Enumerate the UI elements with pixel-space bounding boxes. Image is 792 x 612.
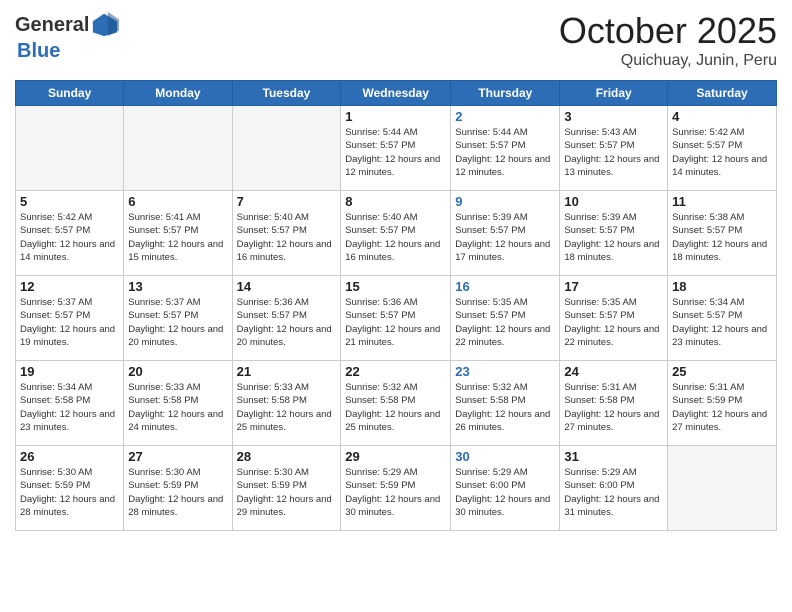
- logo: General Blue: [15, 10, 119, 63]
- calendar-cell: 25Sunrise: 5:31 AM Sunset: 5:59 PM Dayli…: [668, 361, 777, 446]
- calendar-cell: 24Sunrise: 5:31 AM Sunset: 5:58 PM Dayli…: [560, 361, 668, 446]
- weekday-header-row: Sunday Monday Tuesday Wednesday Thursday…: [16, 81, 777, 106]
- calendar-cell: 21Sunrise: 5:33 AM Sunset: 5:58 PM Dayli…: [232, 361, 341, 446]
- calendar-week-2: 5Sunrise: 5:42 AM Sunset: 5:57 PM Daylig…: [16, 191, 777, 276]
- day-info: Sunrise: 5:29 AM Sunset: 5:59 PM Dayligh…: [345, 466, 446, 519]
- calendar-cell: 6Sunrise: 5:41 AM Sunset: 5:57 PM Daylig…: [124, 191, 232, 276]
- day-info: Sunrise: 5:41 AM Sunset: 5:57 PM Dayligh…: [128, 211, 227, 264]
- calendar-cell: 28Sunrise: 5:30 AM Sunset: 5:59 PM Dayli…: [232, 446, 341, 531]
- day-info: Sunrise: 5:38 AM Sunset: 5:57 PM Dayligh…: [672, 211, 772, 264]
- calendar-cell: 1Sunrise: 5:44 AM Sunset: 5:57 PM Daylig…: [341, 106, 451, 191]
- calendar-cell: 27Sunrise: 5:30 AM Sunset: 5:59 PM Dayli…: [124, 446, 232, 531]
- day-info: Sunrise: 5:44 AM Sunset: 5:57 PM Dayligh…: [345, 126, 446, 179]
- logo-icon: [91, 10, 119, 38]
- calendar-week-5: 26Sunrise: 5:30 AM Sunset: 5:59 PM Dayli…: [16, 446, 777, 531]
- day-info: Sunrise: 5:35 AM Sunset: 5:57 PM Dayligh…: [564, 296, 663, 349]
- calendar-cell: 18Sunrise: 5:34 AM Sunset: 5:57 PM Dayli…: [668, 276, 777, 361]
- day-info: Sunrise: 5:42 AM Sunset: 5:57 PM Dayligh…: [672, 126, 772, 179]
- calendar-cell: 22Sunrise: 5:32 AM Sunset: 5:58 PM Dayli…: [341, 361, 451, 446]
- day-info: Sunrise: 5:40 AM Sunset: 5:57 PM Dayligh…: [345, 211, 446, 264]
- logo-general: General: [15, 14, 89, 37]
- calendar-cell: 11Sunrise: 5:38 AM Sunset: 5:57 PM Dayli…: [668, 191, 777, 276]
- day-info: Sunrise: 5:34 AM Sunset: 5:57 PM Dayligh…: [672, 296, 772, 349]
- day-info: Sunrise: 5:36 AM Sunset: 5:57 PM Dayligh…: [345, 296, 446, 349]
- calendar-cell: [232, 106, 341, 191]
- day-info: Sunrise: 5:37 AM Sunset: 5:57 PM Dayligh…: [20, 296, 119, 349]
- calendar-cell: 13Sunrise: 5:37 AM Sunset: 5:57 PM Dayli…: [124, 276, 232, 361]
- calendar-cell: 17Sunrise: 5:35 AM Sunset: 5:57 PM Dayli…: [560, 276, 668, 361]
- day-info: Sunrise: 5:31 AM Sunset: 5:59 PM Dayligh…: [672, 381, 772, 434]
- calendar-cell: 10Sunrise: 5:39 AM Sunset: 5:57 PM Dayli…: [560, 191, 668, 276]
- day-info: Sunrise: 5:31 AM Sunset: 5:58 PM Dayligh…: [564, 381, 663, 434]
- calendar-table: Sunday Monday Tuesday Wednesday Thursday…: [15, 80, 777, 531]
- calendar-cell: 30Sunrise: 5:29 AM Sunset: 6:00 PM Dayli…: [451, 446, 560, 531]
- day-info: Sunrise: 5:32 AM Sunset: 5:58 PM Dayligh…: [345, 381, 446, 434]
- calendar-cell: 20Sunrise: 5:33 AM Sunset: 5:58 PM Dayli…: [124, 361, 232, 446]
- header-sunday: Sunday: [16, 81, 124, 106]
- calendar-cell: [16, 106, 124, 191]
- calendar-cell: 23Sunrise: 5:32 AM Sunset: 5:58 PM Dayli…: [451, 361, 560, 446]
- day-info: Sunrise: 5:33 AM Sunset: 5:58 PM Dayligh…: [128, 381, 227, 434]
- day-info: Sunrise: 5:35 AM Sunset: 5:57 PM Dayligh…: [455, 296, 555, 349]
- calendar-cell: 19Sunrise: 5:34 AM Sunset: 5:58 PM Dayli…: [16, 361, 124, 446]
- day-info: Sunrise: 5:36 AM Sunset: 5:57 PM Dayligh…: [237, 296, 337, 349]
- day-info: Sunrise: 5:29 AM Sunset: 6:00 PM Dayligh…: [564, 466, 663, 519]
- day-info: Sunrise: 5:37 AM Sunset: 5:57 PM Dayligh…: [128, 296, 227, 349]
- day-info: Sunrise: 5:40 AM Sunset: 5:57 PM Dayligh…: [237, 211, 337, 264]
- header-saturday: Saturday: [668, 81, 777, 106]
- day-info: Sunrise: 5:29 AM Sunset: 6:00 PM Dayligh…: [455, 466, 555, 519]
- calendar-week-1: 1Sunrise: 5:44 AM Sunset: 5:57 PM Daylig…: [16, 106, 777, 191]
- calendar-cell: [124, 106, 232, 191]
- calendar-cell: 9Sunrise: 5:39 AM Sunset: 5:57 PM Daylig…: [451, 191, 560, 276]
- calendar-cell: 31Sunrise: 5:29 AM Sunset: 6:00 PM Dayli…: [560, 446, 668, 531]
- month-title: October 2025: [559, 10, 777, 52]
- calendar-cell: 16Sunrise: 5:35 AM Sunset: 5:57 PM Dayli…: [451, 276, 560, 361]
- header-thursday: Thursday: [451, 81, 560, 106]
- logo-blue: Blue: [17, 40, 60, 62]
- day-info: Sunrise: 5:33 AM Sunset: 5:58 PM Dayligh…: [237, 381, 337, 434]
- header-wednesday: Wednesday: [341, 81, 451, 106]
- day-info: Sunrise: 5:39 AM Sunset: 5:57 PM Dayligh…: [564, 211, 663, 264]
- header-tuesday: Tuesday: [232, 81, 341, 106]
- calendar-cell: 5Sunrise: 5:42 AM Sunset: 5:57 PM Daylig…: [16, 191, 124, 276]
- location-title: Quichuay, Junin, Peru: [559, 52, 777, 70]
- calendar-cell: 3Sunrise: 5:43 AM Sunset: 5:57 PM Daylig…: [560, 106, 668, 191]
- day-info: Sunrise: 5:30 AM Sunset: 5:59 PM Dayligh…: [20, 466, 119, 519]
- calendar-week-4: 19Sunrise: 5:34 AM Sunset: 5:58 PM Dayli…: [16, 361, 777, 446]
- calendar-cell: 8Sunrise: 5:40 AM Sunset: 5:57 PM Daylig…: [341, 191, 451, 276]
- title-block: October 2025 Quichuay, Junin, Peru: [559, 10, 777, 70]
- calendar-cell: 4Sunrise: 5:42 AM Sunset: 5:57 PM Daylig…: [668, 106, 777, 191]
- day-info: Sunrise: 5:30 AM Sunset: 5:59 PM Dayligh…: [237, 466, 337, 519]
- calendar-cell: 2Sunrise: 5:44 AM Sunset: 5:57 PM Daylig…: [451, 106, 560, 191]
- day-info: Sunrise: 5:32 AM Sunset: 5:58 PM Dayligh…: [455, 381, 555, 434]
- logo-text: General Blue: [15, 10, 119, 63]
- day-info: Sunrise: 5:30 AM Sunset: 5:59 PM Dayligh…: [128, 466, 227, 519]
- calendar-cell: 15Sunrise: 5:36 AM Sunset: 5:57 PM Dayli…: [341, 276, 451, 361]
- calendar-cell: 14Sunrise: 5:36 AM Sunset: 5:57 PM Dayli…: [232, 276, 341, 361]
- header-monday: Monday: [124, 81, 232, 106]
- calendar-cell: 7Sunrise: 5:40 AM Sunset: 5:57 PM Daylig…: [232, 191, 341, 276]
- day-info: Sunrise: 5:34 AM Sunset: 5:58 PM Dayligh…: [20, 381, 119, 434]
- day-info: Sunrise: 5:43 AM Sunset: 5:57 PM Dayligh…: [564, 126, 663, 179]
- day-info: Sunrise: 5:42 AM Sunset: 5:57 PM Dayligh…: [20, 211, 119, 264]
- page-header: General Blue October 2025 Quichuay, Juni…: [15, 10, 777, 70]
- calendar-cell: 26Sunrise: 5:30 AM Sunset: 5:59 PM Dayli…: [16, 446, 124, 531]
- calendar-cell: [668, 446, 777, 531]
- day-info: Sunrise: 5:39 AM Sunset: 5:57 PM Dayligh…: [455, 211, 555, 264]
- calendar-cell: 12Sunrise: 5:37 AM Sunset: 5:57 PM Dayli…: [16, 276, 124, 361]
- header-friday: Friday: [560, 81, 668, 106]
- calendar-cell: 29Sunrise: 5:29 AM Sunset: 5:59 PM Dayli…: [341, 446, 451, 531]
- calendar-week-3: 12Sunrise: 5:37 AM Sunset: 5:57 PM Dayli…: [16, 276, 777, 361]
- day-info: Sunrise: 5:44 AM Sunset: 5:57 PM Dayligh…: [455, 126, 555, 179]
